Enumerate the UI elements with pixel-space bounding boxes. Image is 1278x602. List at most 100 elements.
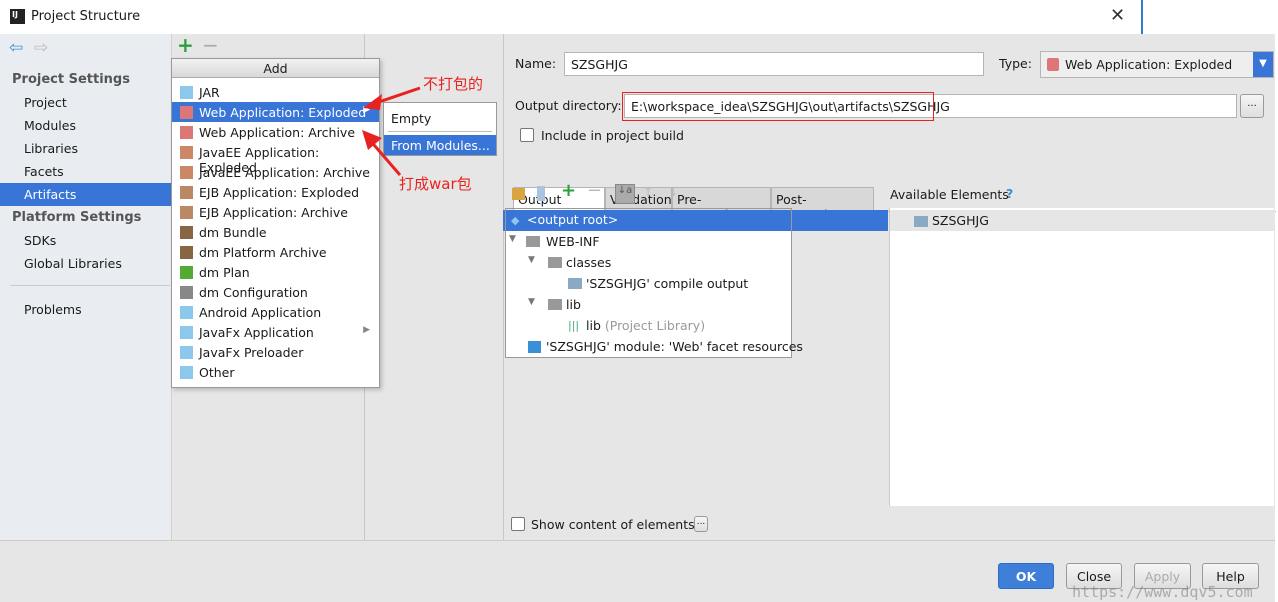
submenu-arrow-icon: ▶ — [363, 325, 370, 335]
menu-item-label: JavaFx Application — [199, 325, 314, 340]
menu-item[interactable]: JavaEE Application: Exploded — [172, 142, 379, 175]
dialog-footer: OK Close Apply Help https://www.dqv5.com — [0, 540, 1275, 602]
sidebar-item-problems[interactable]: Problems — [0, 298, 171, 321]
annotation-archive: 打成war包 — [399, 175, 472, 193]
output-root-icon: ◆ — [511, 214, 520, 227]
menu-item[interactable]: EJB Application: Archive — [172, 202, 379, 222]
annotation-exploded: 不打包的 — [423, 75, 484, 93]
show-content-options-button[interactable]: ... — [694, 516, 708, 532]
title-bar: IJ Project Structure ✕ — [0, 0, 1143, 34]
menu-item-label: JavaEE Application: Archive — [199, 165, 370, 180]
menu-header: Add — [172, 59, 379, 78]
menu-item[interactable]: dm Plan — [172, 262, 379, 282]
web-facet-icon — [528, 341, 541, 353]
sidebar-item-global-libraries[interactable]: Global Libraries — [0, 252, 171, 275]
javaee-icon — [180, 146, 193, 159]
new-directory-icon[interactable] — [512, 188, 525, 200]
forward-arrow-icon[interactable]: ⇨ — [34, 38, 48, 58]
menu-item[interactable]: Web Application: Archive — [172, 122, 379, 142]
browse-button[interactable]: ... — [1240, 94, 1264, 118]
jar-icon — [180, 86, 193, 99]
arrow-head-archive — [362, 130, 382, 150]
tree-row-compile-output[interactable]: 'SZSGHJG' compile output — [506, 273, 791, 294]
javafx-icon — [180, 326, 193, 339]
sidebar-item-project[interactable]: Project — [0, 91, 171, 114]
include-in-build-label: Include in project build — [541, 128, 684, 143]
menu-item-label: Other — [199, 365, 235, 380]
dm-plan-icon — [180, 266, 193, 279]
archive-icon[interactable] — [537, 186, 545, 201]
menu-item-label: JAR — [199, 85, 220, 100]
close-window-button[interactable]: ✕ — [1110, 5, 1125, 26]
divider — [10, 285, 170, 286]
menu-item-label: EJB Application: Exploded — [199, 185, 360, 200]
menu-item[interactable]: Web Application: Exploded ▶ — [172, 102, 379, 122]
menu-item-label: dm Platform Archive — [199, 245, 327, 260]
dm-bundle-icon — [180, 226, 193, 239]
menu-item-label: EJB Application: Archive — [199, 205, 348, 220]
menu-item-label: JavaFx Preloader — [199, 345, 304, 360]
menu-item-label: dm Configuration — [199, 285, 308, 300]
sidebar-item-facets[interactable]: Facets — [0, 160, 171, 183]
available-elements-list: SZSGHJG — [889, 208, 1275, 506]
android-icon — [180, 306, 193, 319]
module-icon — [568, 278, 582, 289]
ejb-icon — [180, 206, 193, 219]
window-title: Project Structure — [31, 9, 141, 24]
tree-row-output-root[interactable]: ◆ <output root> — [506, 209, 791, 230]
available-elements-label: Available Elements — [890, 187, 1009, 202]
chevron-down-icon[interactable]: ▼ — [1253, 52, 1273, 77]
back-arrow-icon[interactable]: ⇦ — [9, 38, 23, 58]
menu-item[interactable]: JavaFx Application ▶ — [172, 322, 379, 342]
javaee-icon — [180, 166, 193, 179]
arrow-head-exploded — [363, 94, 382, 110]
menu-item[interactable]: EJB Application: Exploded — [172, 182, 379, 202]
sidebar-item-modules[interactable]: Modules — [0, 114, 171, 137]
tree-row-lib[interactable]: ▼ lib — [506, 294, 791, 315]
sidebar-item-sdks[interactable]: SDKs — [0, 229, 171, 252]
menu-item-label: Web Application: Archive — [199, 125, 356, 140]
remove-artifact-button[interactable]: − — [202, 33, 219, 57]
include-in-build-checkbox[interactable] — [520, 128, 534, 142]
name-label: Name: — [515, 56, 557, 71]
remove-element-icon[interactable]: − — [587, 180, 602, 201]
show-content-checkbox[interactable] — [511, 517, 525, 531]
show-content-label: Show content of elements — [531, 517, 695, 532]
menu-item[interactable]: JAR — [172, 82, 379, 102]
add-artifact-button[interactable]: + — [177, 33, 194, 57]
type-select[interactable]: Web Application: Exploded ▼ — [1040, 51, 1274, 78]
help-icon[interactable]: ? — [1006, 186, 1013, 201]
watermark: https://www.dqv5.com — [1072, 583, 1253, 601]
menu-item[interactable]: dm Platform Archive — [172, 242, 379, 262]
name-input[interactable]: SZSGHJG — [564, 52, 984, 76]
list-item[interactable]: SZSGHJG — [890, 210, 1275, 231]
tree-row-facet-resources[interactable]: 'SZSGHJG' module: 'Web' facet resources — [506, 336, 803, 357]
menu-item[interactable]: Other — [172, 362, 379, 382]
menu-item[interactable]: dm Configuration — [172, 282, 379, 302]
menu-item[interactable]: dm Bundle — [172, 222, 379, 242]
tree-row-classes[interactable]: ▼ classes — [506, 252, 791, 273]
tree-row-project-library[interactable]: ||| lib (Project Library) — [506, 315, 791, 336]
add-element-icon[interactable]: + — [561, 180, 576, 201]
tree-body: ▼ WEB-INF ▼ classes 'SZSGHJG' compile outp… — [505, 231, 803, 358]
ok-button[interactable]: OK — [998, 563, 1054, 589]
sidebar-item-libraries[interactable]: Libraries — [0, 137, 171, 160]
menu-item[interactable]: Android Application — [172, 302, 379, 322]
intellij-logo-icon: IJ — [10, 9, 25, 24]
tree-row-web-inf[interactable]: ▼ WEB-INF — [506, 231, 791, 252]
move-down-icon[interactable]: ↓ — [668, 184, 678, 199]
web-app-icon — [1047, 58, 1059, 71]
javafx-icon — [180, 346, 193, 359]
menu-item-label: dm Bundle — [199, 225, 267, 240]
dm-config-icon — [180, 286, 193, 299]
sidebar-item-artifacts[interactable]: Artifacts — [0, 183, 171, 206]
menu-item[interactable]: JavaFx Preloader — [172, 342, 379, 362]
sort-icon[interactable]: ↓a — [615, 184, 635, 204]
annotation-highlight-box — [622, 92, 934, 121]
menu-item[interactable]: JavaEE Application: Archive — [172, 162, 379, 182]
output-directory-label: Output directory: — [515, 98, 622, 113]
library-icon: ||| — [568, 319, 580, 332]
move-up-icon[interactable]: ↑ — [643, 184, 653, 199]
module-icon — [914, 216, 928, 227]
menu-item-label: Android Application — [199, 305, 322, 320]
